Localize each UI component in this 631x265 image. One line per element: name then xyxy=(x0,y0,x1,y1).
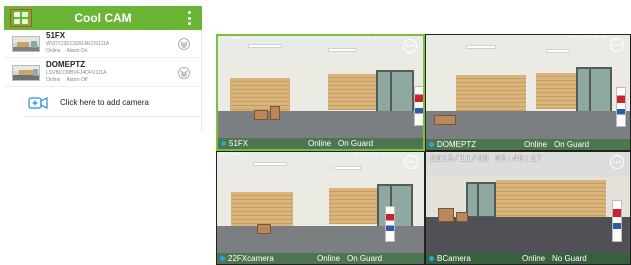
status-dot xyxy=(220,256,225,261)
camera-list-item[interactable]: DOMEPTZ LSVBCCMBVFJ4DFU111A Online Alarm … xyxy=(4,59,202,87)
more-horiz-icon[interactable] xyxy=(610,155,624,169)
alarm-status: Alarm Off xyxy=(66,77,88,83)
tile-online-status: Online xyxy=(317,254,341,263)
online-status: Online xyxy=(46,48,61,54)
camera-label-stamp: IP Camera xyxy=(220,153,242,157)
camera-tile[interactable]: IP Camera 2015-11-28 05:48:17 22FXcamera… xyxy=(216,151,425,265)
camera-feed xyxy=(426,35,630,150)
camera-name: 51FX xyxy=(46,31,66,40)
status-dot xyxy=(429,142,434,147)
expand-button[interactable] xyxy=(178,67,190,79)
camera-thumbnail xyxy=(12,36,40,52)
tile-online-status: Online xyxy=(524,140,548,149)
chevron-down-icon xyxy=(180,70,188,77)
camera-feed xyxy=(218,36,423,149)
timestamp: 2015-11-28 05:48:17 xyxy=(354,153,400,157)
tile-caption: 51FX Online On Guard xyxy=(218,138,423,149)
app-bar: Cool CAM xyxy=(4,6,202,30)
tile-caption: DOMEPTZ Online On Guard xyxy=(426,139,630,150)
add-camera-icon xyxy=(28,97,48,109)
tile-guard-status: On Guard xyxy=(554,140,590,149)
tile-online-status: Online xyxy=(522,254,546,263)
tile-online-status: Online xyxy=(308,139,332,148)
status-dot xyxy=(221,141,226,146)
camera-uid: WVDT22EC929LMLDS111A xyxy=(46,41,110,47)
more-vert-icon[interactable] xyxy=(188,11,192,25)
more-horiz-icon[interactable] xyxy=(403,39,417,53)
tile-camera-name: 22FXcamera xyxy=(228,254,274,263)
tile-guard-status: On Guard xyxy=(338,139,374,148)
expand-button[interactable] xyxy=(178,38,190,50)
more-horiz-icon[interactable] xyxy=(404,155,418,169)
camera-tile[interactable]: 2015/11/28 05:48:27 BCamera Online No Gu… xyxy=(425,151,631,265)
timestamp: 2015-11-28 05:48:17 xyxy=(353,37,399,41)
chevron-down-icon xyxy=(180,41,188,48)
tile-guard-status: No Guard xyxy=(552,254,587,263)
camera-list-item[interactable]: 51FX WVDT22EC929LMLDS111A Online Alarm On xyxy=(4,30,202,58)
add-camera-label: Click here to add camera xyxy=(60,98,149,107)
camera-grid: IP Camera 2015-11-28 05:48:17 51FX Onlin… xyxy=(216,34,631,265)
page: Cool CAM 51FX WVDT22EC929LMLDS111A Onlin… xyxy=(0,0,631,265)
camera-tile[interactable]: IP Camera 2015-11-28 05:48:17 51FX Onlin… xyxy=(216,34,425,151)
timestamp: 2015/11/28 05:48:27 xyxy=(430,154,543,164)
timestamp: 2015-11-28 05:48 xyxy=(567,36,606,40)
camera-feed xyxy=(217,152,424,264)
camera-status: Online Alarm On xyxy=(46,48,88,54)
camera-uid: LSVBCCMBVFJ4DFU111A xyxy=(46,70,107,76)
tile-caption: 22FXcamera Online On Guard xyxy=(217,253,424,264)
tile-camera-name: BCamera xyxy=(437,254,471,263)
tile-guard-status: On Guard xyxy=(347,254,383,263)
tile-camera-name: 51FX xyxy=(229,139,249,148)
add-camera-row[interactable]: Click here to add camera xyxy=(24,91,202,117)
camera-feed xyxy=(426,152,630,264)
tile-camera-name: DOMEPTZ xyxy=(437,140,477,149)
camera-list-app: Cool CAM 51FX WVDT22EC929LMLDS111A Onlin… xyxy=(4,6,202,132)
camera-name: DOMEPTZ xyxy=(46,60,86,69)
status-dot xyxy=(429,256,434,261)
tile-caption: BCamera Online No Guard xyxy=(426,253,630,264)
camera-status: Online Alarm Off xyxy=(46,77,87,83)
online-status: Online xyxy=(46,77,61,83)
camera-tile[interactable]: 2015-11-28 05:48 DOMEPTZ Online On Guard xyxy=(425,34,631,151)
alarm-status: Alarm On xyxy=(66,48,88,54)
more-horiz-icon[interactable] xyxy=(610,38,624,52)
camera-label-stamp: IP Camera xyxy=(221,37,243,41)
app-title: Cool CAM xyxy=(74,11,132,25)
camera-thumbnail xyxy=(12,65,40,81)
